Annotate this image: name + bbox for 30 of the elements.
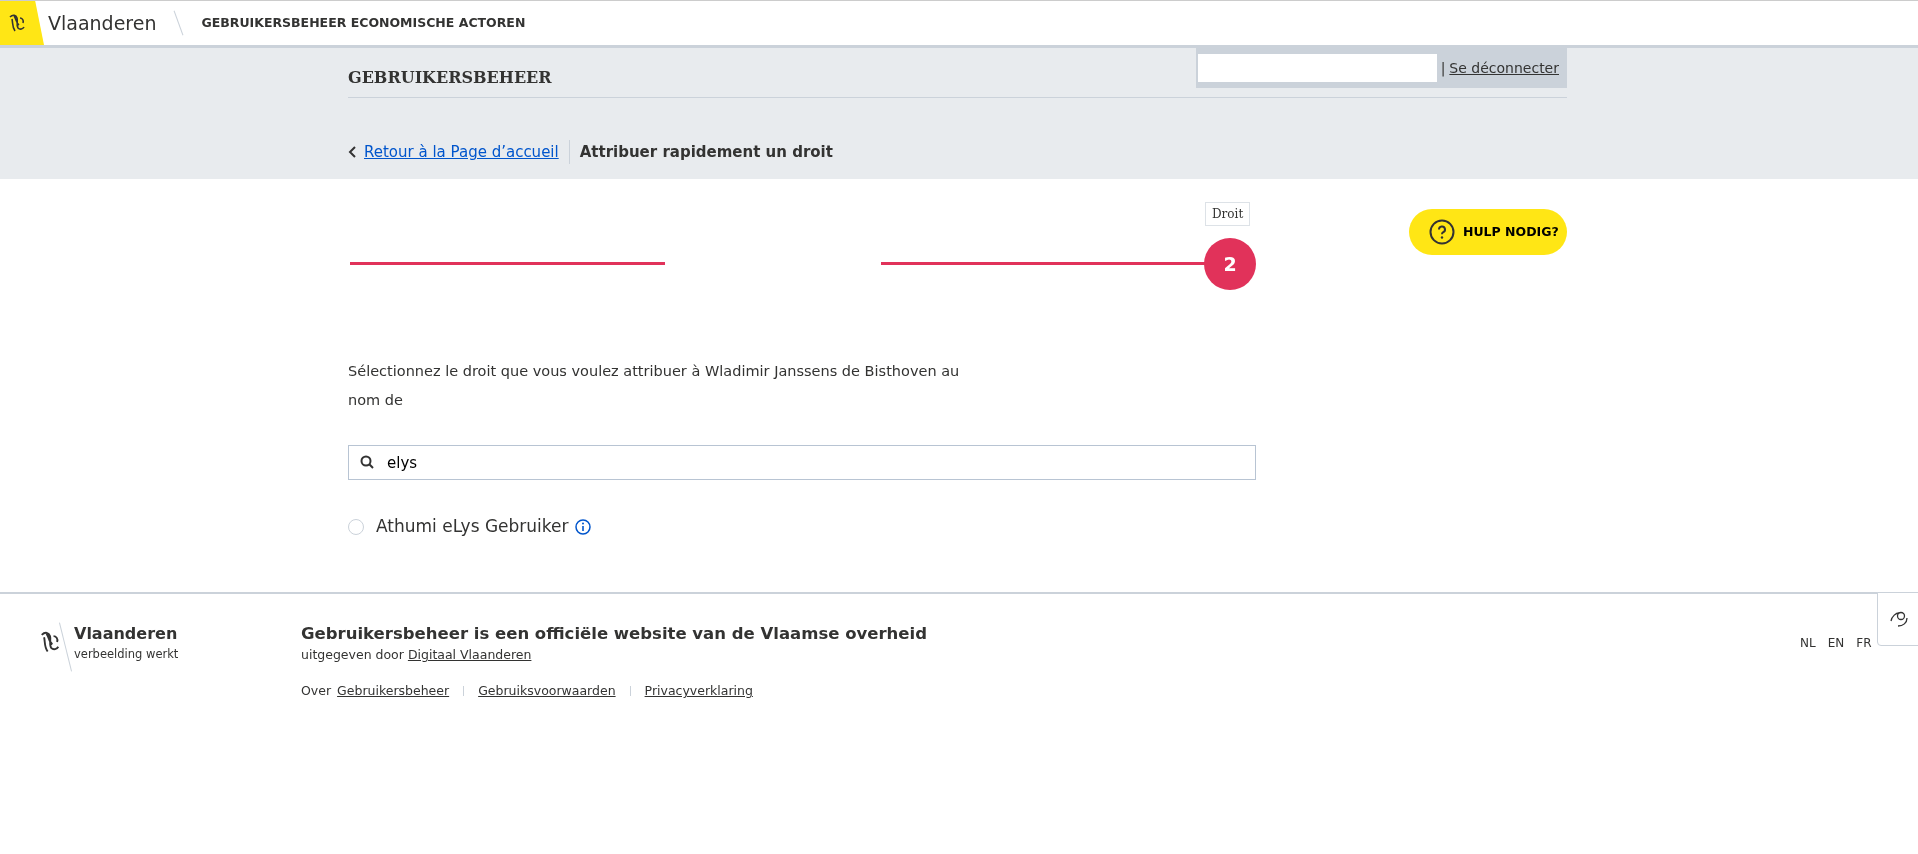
info-icon[interactable] <box>574 518 591 535</box>
separator: | <box>1440 58 1446 79</box>
logout-link[interactable]: Se déconnecter <box>1449 57 1559 79</box>
search-field[interactable]: elys <box>348 445 1256 480</box>
footer-brand: Vlaanderen <box>74 622 179 645</box>
footer-title: Gebruikersbeheer is een officiële website van de Vlaamse overheid <box>301 622 927 645</box>
footer-tagline: verbeelding werkt <box>74 645 179 663</box>
publisher-label: uitgegeven door <box>301 647 405 663</box>
language-link[interactable]: NL <box>1800 633 1816 652</box>
step-indicator: 2 <box>1204 238 1256 290</box>
back-link[interactable]: Retour à la Page d’accueil <box>364 140 559 164</box>
language-link[interactable]: FR <box>1856 633 1872 652</box>
publisher-link[interactable]: Digitaal Vlaanderen <box>407 647 532 663</box>
chevron-left-icon[interactable] <box>348 146 358 158</box>
option-label[interactable]: Athumi eLys Gebruiker <box>376 514 569 540</box>
instruction-text: Sélectionnez le droit que vous voulez attribuer à Wladimir Janssens de Bisthoven au nom de <box>348 362 961 410</box>
footer-link[interactable]: Gebruiksvoorwaarden <box>478 682 616 701</box>
question-icon <box>1429 219 1455 245</box>
footer-link[interactable]: Gebruikersbeheer <box>337 682 450 701</box>
language-link[interactable]: EN <box>1827 633 1845 652</box>
current-page: Attribuer rapidement un droit <box>579 141 833 163</box>
help-button[interactable]: HULP NODIG? <box>1409 209 1567 255</box>
accessibility-button[interactable] <box>1877 591 1918 646</box>
brand-name[interactable]: Vlaanderen <box>48 8 157 38</box>
step-tooltip: Droit <box>1205 202 1251 226</box>
flag-logo[interactable] <box>0 1 44 45</box>
app-title: GEBRUIKERSBEHEER ECONOMISCHE ACTOREN <box>201 13 526 32</box>
about-label: Over <box>301 682 332 700</box>
page-title: GEBRUIKERSBEHEER <box>348 67 552 89</box>
footer-link[interactable]: Privacyverklaring <box>644 682 753 701</box>
